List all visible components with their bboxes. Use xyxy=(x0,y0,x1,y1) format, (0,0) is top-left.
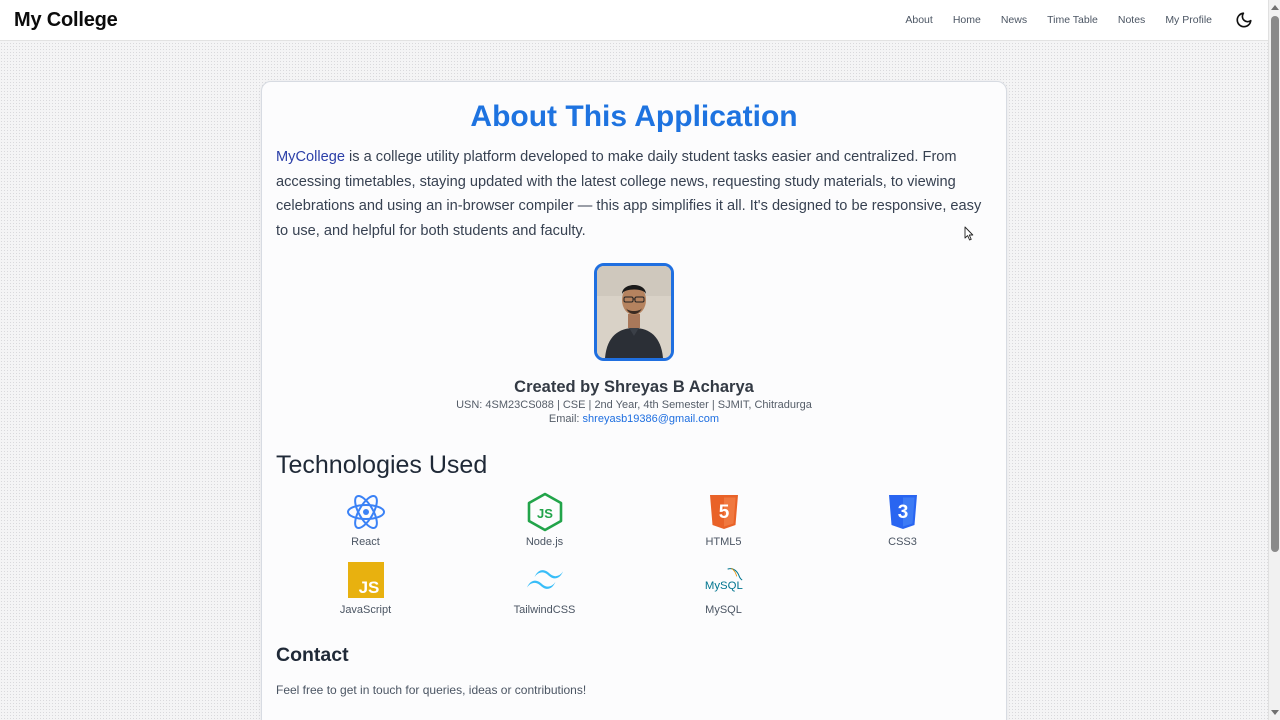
tech-label: Node.js xyxy=(525,536,564,548)
css3-icon: 3 xyxy=(883,492,923,532)
tech-item-javascript: JS JavaScript xyxy=(276,560,455,616)
creator-name: Created by Shreyas B Acharya xyxy=(514,378,754,396)
nav-link-news[interactable]: News xyxy=(1001,14,1027,26)
tech-label: HTML5 xyxy=(705,536,742,548)
nodejs-icon: JS xyxy=(525,492,565,532)
mouse-cursor-icon xyxy=(964,226,974,246)
email-line: Email: shreyasb19386@gmail.com xyxy=(276,413,992,425)
technologies-grid: React JS Node.js 5 HTML5 3 CSS3 JS JavaS… xyxy=(276,492,992,616)
tech-item-mysql: MySQL MySQL xyxy=(634,560,813,616)
html5-icon: 5 xyxy=(704,492,744,532)
email-link[interactable]: shreyasb19386@gmail.com xyxy=(583,413,720,425)
contact-text: Feel free to get in touch for queries, i… xyxy=(276,683,587,697)
react-icon xyxy=(346,492,386,532)
creator-photo xyxy=(597,266,671,358)
scrollbar-thumb[interactable] xyxy=(1271,16,1279,552)
tech-item-html5: 5 HTML5 xyxy=(634,492,813,548)
svg-text:JS: JS xyxy=(358,578,379,597)
tech-label: TailwindCSS xyxy=(513,604,576,616)
tech-item-react: React xyxy=(276,492,455,548)
contact-heading: Contact xyxy=(276,644,349,666)
svg-text:5: 5 xyxy=(718,502,729,523)
technologies-heading: Technologies Used xyxy=(276,451,488,479)
creator-details: USN: 4SM23CS088 | CSE | 2nd Year, 4th Se… xyxy=(456,399,812,411)
brand-name-highlight: MyCollege xyxy=(276,149,345,165)
creator-avatar xyxy=(594,263,674,361)
tech-item-tailwind: TailwindCSS xyxy=(455,560,634,616)
intro-text: is a college utility platform developed … xyxy=(276,149,982,239)
nav-links: About Home News Time Table Notes My Prof… xyxy=(885,10,1254,30)
email-label: Email: xyxy=(548,413,583,425)
intro-paragraph: MyCollege is a college utility platform … xyxy=(276,145,992,243)
svg-text:JS: JS xyxy=(537,506,553,521)
tech-label: JavaScript xyxy=(339,604,392,616)
mysql-icon: MySQL xyxy=(704,560,744,600)
about-card: About This Application MyCollege is a co… xyxy=(261,81,1007,720)
tech-item-nodejs: JS Node.js xyxy=(455,492,634,548)
moon-icon xyxy=(1236,12,1252,28)
nav-link-home[interactable]: Home xyxy=(953,14,981,26)
nav-link-my-profile[interactable]: My Profile xyxy=(1165,14,1212,26)
scroll-up-arrow-icon[interactable] xyxy=(1271,5,1279,10)
tech-label: CSS3 xyxy=(888,536,917,548)
nav-link-time-table[interactable]: Time Table xyxy=(1047,14,1098,26)
page-title: About This Application xyxy=(470,100,798,133)
nav-link-notes[interactable]: Notes xyxy=(1118,14,1145,26)
javascript-icon: JS xyxy=(346,560,386,600)
avatar-wrapper xyxy=(276,263,992,361)
scroll-down-arrow-icon[interactable] xyxy=(1271,710,1279,715)
vertical-scrollbar[interactable] xyxy=(1268,0,1280,720)
brand-logo[interactable]: My College xyxy=(14,9,118,32)
tailwind-icon xyxy=(525,560,565,600)
svg-text:3: 3 xyxy=(897,502,908,523)
tech-label: React xyxy=(351,536,380,548)
tech-label: MySQL xyxy=(705,604,742,616)
svg-text:MySQL: MySQL xyxy=(704,580,742,592)
nav-link-about[interactable]: About xyxy=(905,14,932,26)
tech-item-css3: 3 CSS3 xyxy=(813,492,992,548)
navbar: My College About Home News Time Table No… xyxy=(0,0,1268,41)
theme-toggle-button[interactable] xyxy=(1234,10,1254,30)
